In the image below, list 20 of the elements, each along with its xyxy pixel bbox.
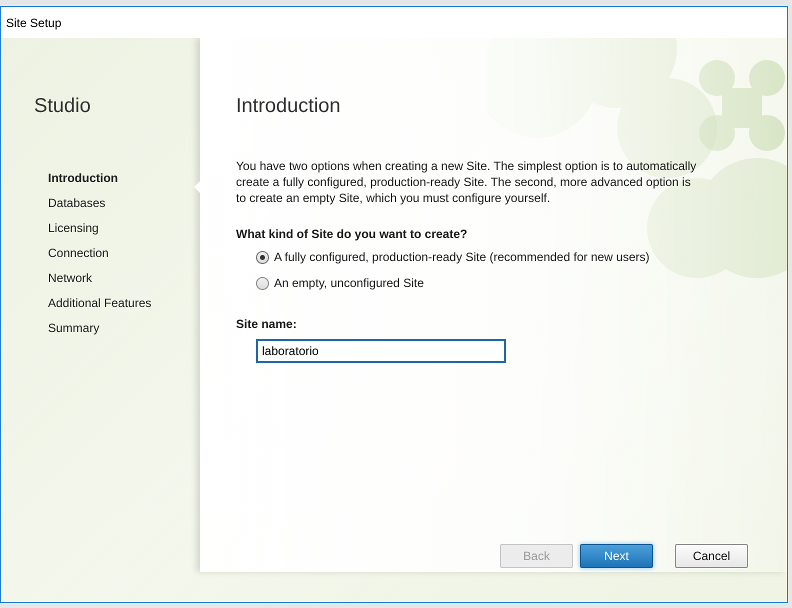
option-label[interactable]: An empty, unconfigured Site [274,276,424,290]
step-item[interactable]: Additional Features [1,291,200,316]
step-item[interactable]: Licensing [1,216,200,241]
site-name-field[interactable]: laboratorio [256,339,506,363]
step-item[interactable]: Network [1,266,200,291]
radio-button[interactable] [256,276,269,290]
window-title: Site Setup [6,16,62,30]
option-label[interactable]: A fully configured, production-ready Site (recommended for new users) [274,250,650,264]
dialog-button[interactable]: Cancel [675,544,748,568]
description-text: You have two options when creating a new Site. The simplest option is to automatically create a fully configured, production-ready Site. The second, more advanced option is to create an empty Site, which you must configure yourself. [236,158,698,206]
page-heading: Introduction [236,95,342,118]
step-item[interactable]: Summary [1,316,200,341]
step-item[interactable]: Introduction [1,166,200,191]
dialog-button[interactable]: Next [580,544,653,568]
question-label: What kind of Site do you want to create? [236,227,468,241]
sidebar-title: Studio [33,95,92,118]
step-item[interactable]: Connection [1,241,200,266]
radio-button[interactable] [256,250,269,264]
site-name-label: Site name: [236,317,298,331]
step-item[interactable]: Databases [1,191,200,216]
